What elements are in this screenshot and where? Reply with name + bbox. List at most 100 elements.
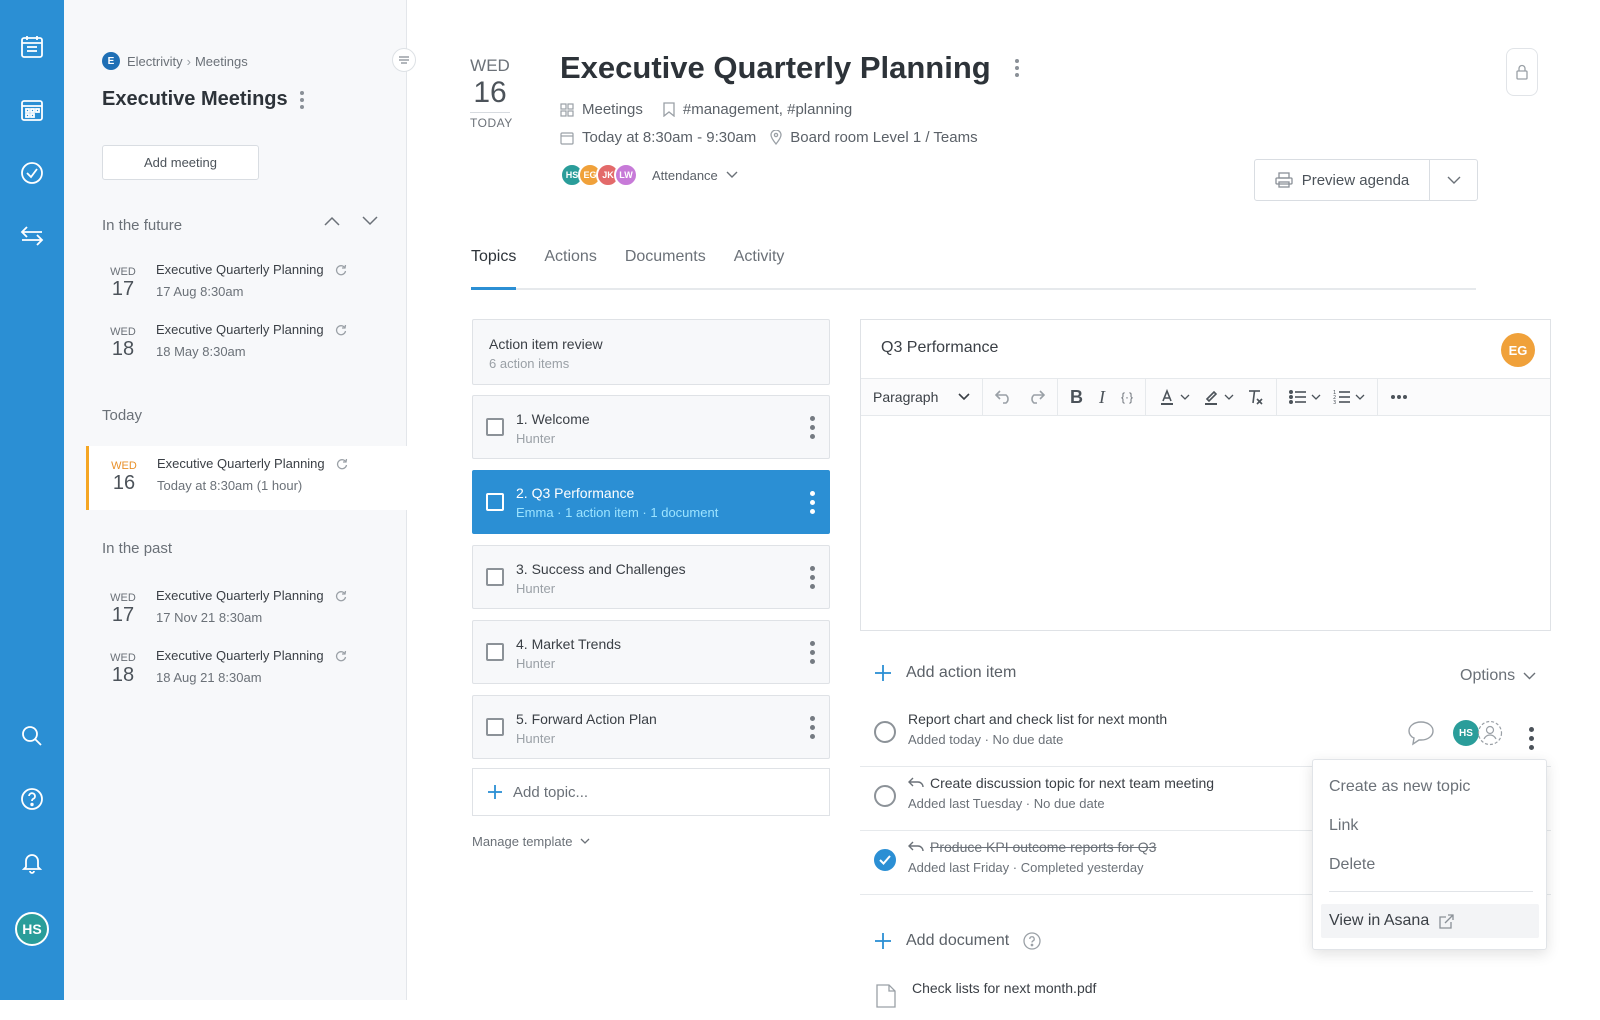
numbered-list-icon[interactable]: 123 [1333, 389, 1365, 405]
meeting-item[interactable]: WED 18 Executive Quarterly Planning 18 A… [88, 644, 407, 704]
calendar-grid-icon[interactable] [14, 92, 50, 128]
topic-checkbox[interactable] [486, 418, 504, 436]
history-group [983, 379, 1058, 415]
topic-editor[interactable]: Q3 Performance EG Paragraph B I {·} 1 2 … [860, 319, 1551, 631]
topic-editor-title[interactable]: Q3 Performance [881, 339, 998, 357]
tab-documents[interactable]: Documents [625, 236, 706, 288]
topic-owner-avatar[interactable]: EG [1501, 333, 1535, 367]
topic-checkbox[interactable] [486, 568, 504, 586]
meeting-location[interactable]: Board room Level 1 / Teams [790, 129, 977, 146]
add-meeting-button[interactable]: Add meeting [102, 145, 259, 180]
highlight-icon[interactable] [1202, 388, 1234, 406]
recurring-icon [335, 324, 346, 335]
undo-icon[interactable] [995, 390, 1013, 404]
menu-create-topic[interactable]: Create as new topic [1329, 778, 1470, 796]
action-complete-toggle[interactable] [874, 849, 896, 871]
topic-menu-icon[interactable] [810, 416, 815, 439]
lock-icon [1516, 64, 1528, 80]
meeting-day: 18 [111, 338, 135, 360]
clear-format-icon[interactable] [1246, 388, 1264, 406]
topic-item[interactable]: 4. Market Trends Hunter [472, 620, 830, 684]
help-icon[interactable] [1023, 932, 1041, 950]
meeting-item[interactable]: WED 17 Executive Quarterly Planning 17 A… [88, 258, 407, 318]
group-future-label: In the future [102, 217, 183, 234]
menu-delete[interactable]: Delete [1329, 856, 1375, 874]
meeting-item-active[interactable]: WED 16 Executive Quarterly Planning Toda… [86, 446, 407, 510]
chevron-up-icon[interactable] [324, 216, 340, 226]
attendee-avatars[interactable]: HS EG JK LW Attendance [560, 163, 738, 187]
meeting-category[interactable]: Meetings [582, 101, 643, 118]
meeting-item[interactable]: WED 18 Executive Quarterly Planning 18 M… [88, 318, 407, 378]
code-icon[interactable]: {·} [1121, 390, 1133, 404]
meeting-tags[interactable]: #management, #planning [683, 101, 852, 118]
topic-checkbox[interactable] [486, 493, 504, 511]
meeting-time[interactable]: Today at 8:30am - 9:30am [582, 129, 756, 146]
bell-icon[interactable] [14, 844, 50, 880]
menu-link[interactable]: Link [1329, 817, 1358, 835]
sidebar-menu-icon[interactable] [299, 90, 304, 109]
topic-item-selected[interactable]: 2. Q3 Performance Emma · 1 action item ·… [472, 470, 830, 534]
manage-template-dropdown[interactable]: Manage template [472, 834, 590, 849]
text-color-icon[interactable] [1158, 388, 1190, 406]
comment-icon[interactable] [1407, 720, 1435, 746]
meeting-time-row: Today at 8:30am - 9:30am Board room Leve… [560, 129, 978, 146]
search-icon[interactable] [14, 718, 50, 754]
chevron-down-icon[interactable] [362, 216, 378, 226]
paragraph-style-select[interactable]: Paragraph [861, 379, 983, 415]
add-topic-input[interactable]: Add topic... [472, 768, 830, 816]
preview-options-button[interactable] [1430, 160, 1477, 200]
add-document-button[interactable]: Add document [874, 932, 1041, 950]
user-avatar[interactable]: HS [15, 912, 49, 946]
italic-icon[interactable]: I [1099, 387, 1105, 408]
grid-icon [560, 102, 574, 117]
menu-view-in-asana[interactable]: View in Asana [1321, 904, 1539, 938]
breadcrumb: E Electrivity › Meetings [102, 52, 248, 70]
topic-menu-icon[interactable] [810, 491, 815, 514]
tab-actions[interactable]: Actions [544, 236, 596, 288]
topic-checkbox[interactable] [486, 718, 504, 736]
meeting-menu-icon[interactable] [1014, 59, 1019, 77]
topic-menu-icon[interactable] [810, 716, 815, 739]
preview-agenda-button[interactable]: Preview agenda [1255, 160, 1430, 200]
breadcrumb-section[interactable]: Meetings [195, 54, 248, 69]
chevron-down-icon [726, 171, 738, 178]
agenda-icon[interactable] [14, 29, 50, 65]
topic-owner: Hunter [516, 656, 556, 671]
attendance-label: Attendance [652, 167, 718, 183]
lock-button[interactable] [1506, 48, 1538, 96]
action-menu-icon[interactable] [1529, 727, 1534, 750]
printer-icon [1275, 172, 1293, 188]
topic-item[interactable]: 3. Success and Challenges Hunter [472, 545, 830, 609]
add-action-item-button[interactable]: Add action item [874, 664, 1016, 682]
tab-activity[interactable]: Activity [734, 236, 785, 288]
action-options-dropdown[interactable]: Options [1460, 667, 1536, 685]
topic-item[interactable]: 1. Welcome Hunter [472, 395, 830, 459]
topic-menu-icon[interactable] [810, 566, 815, 589]
breadcrumb-org[interactable]: Electrivity [127, 54, 183, 69]
action-complete-toggle[interactable] [874, 785, 896, 807]
chevron-down-icon [580, 838, 590, 844]
action-complete-toggle[interactable] [874, 721, 896, 743]
topic-menu-icon[interactable] [810, 641, 815, 664]
chevron-down-icon [958, 393, 970, 401]
color-group [1146, 379, 1278, 415]
date-today-label: TODAY [470, 112, 512, 130]
action-item-review[interactable]: Action item review 6 action items [472, 319, 830, 385]
meeting-title: Executive Quarterly Planning [157, 456, 349, 471]
topic-checkbox[interactable] [486, 643, 504, 661]
bold-icon[interactable]: B [1070, 387, 1083, 408]
help-icon[interactable] [14, 781, 50, 817]
check-circle-icon[interactable] [14, 155, 50, 191]
document-item[interactable]: Check lists for next month.pdf [870, 980, 1560, 1020]
tab-topics[interactable]: Topics [471, 236, 517, 290]
add-assignee-icon[interactable] [1477, 720, 1503, 746]
redo-icon[interactable] [1027, 390, 1045, 404]
meeting-item[interactable]: WED 17 Executive Quarterly Planning 17 N… [88, 584, 407, 644]
more-icon[interactable] [1390, 394, 1408, 400]
swap-arrows-icon[interactable] [14, 218, 50, 254]
topic-item[interactable]: 5. Forward Action Plan Hunter [472, 695, 830, 759]
bullet-list-icon[interactable] [1289, 389, 1321, 405]
collapse-sidebar-button[interactable] [392, 48, 416, 72]
assignee-avatar[interactable]: HS [1453, 720, 1479, 746]
attendance-dropdown[interactable]: Attendance [652, 168, 738, 183]
